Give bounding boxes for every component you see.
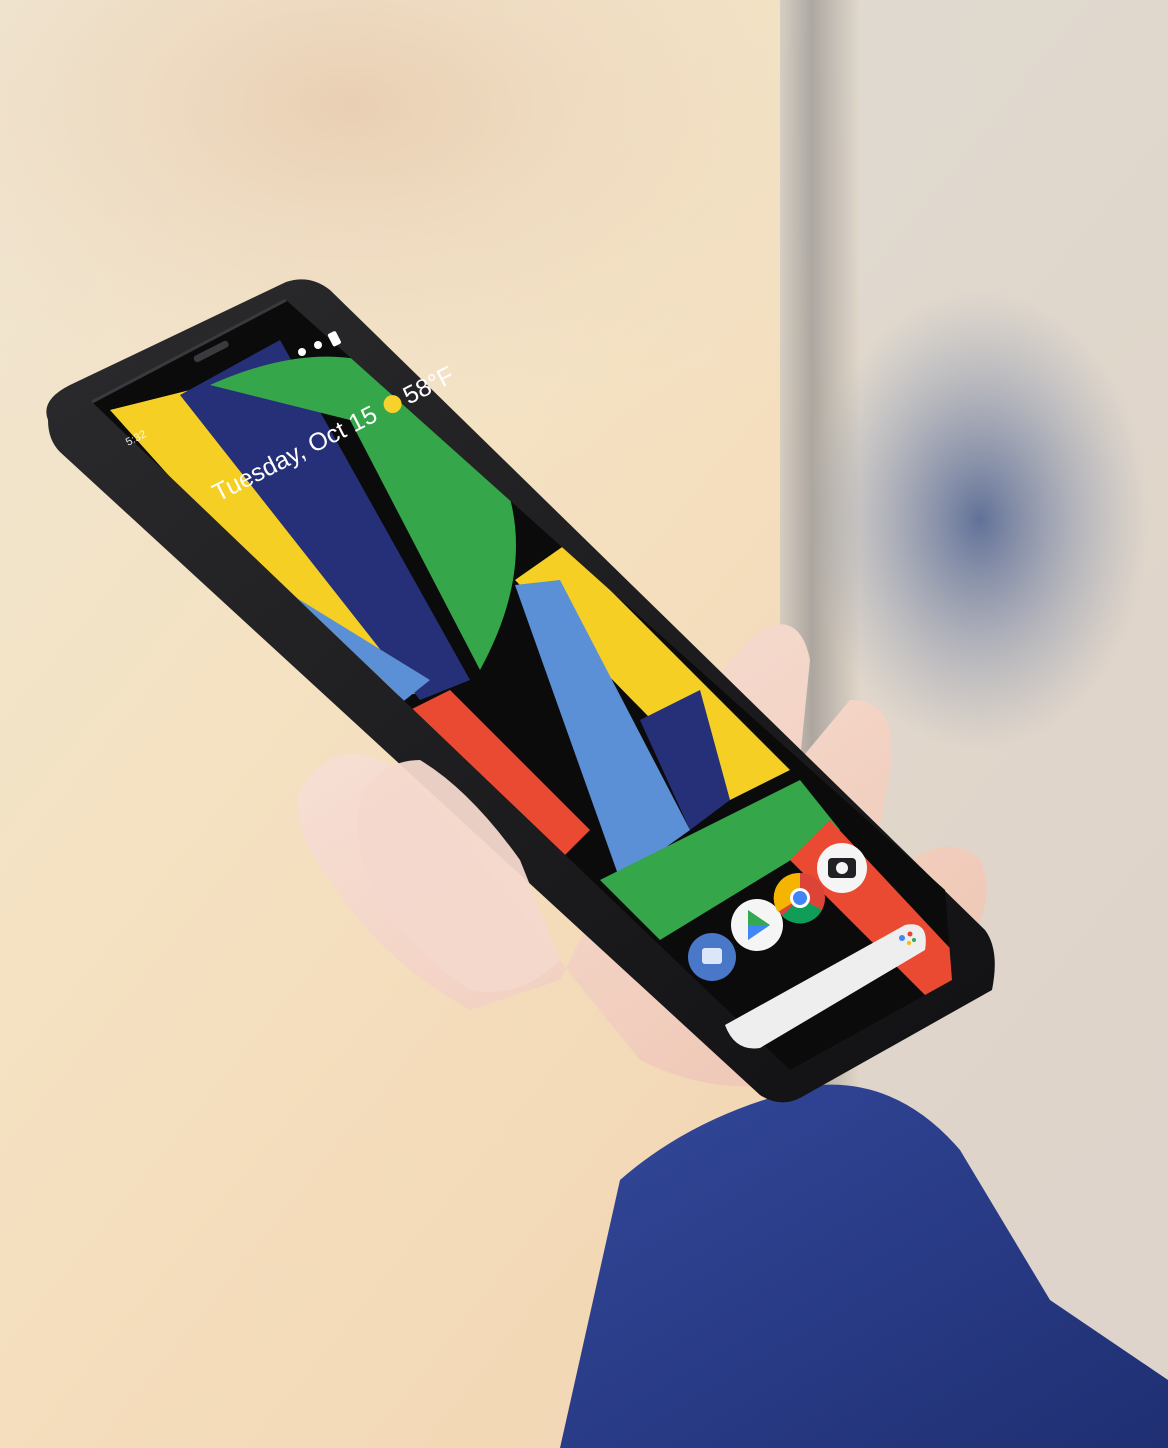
chrome-icon-center <box>793 891 807 905</box>
photo-scene: 5:32 Tuesday, Oct 15 58°F <box>0 0 1168 1448</box>
messages-icon-bubble <box>702 948 722 964</box>
messages-app[interactable] <box>688 933 736 981</box>
wifi-icon <box>314 341 322 349</box>
assistant-dot-red <box>907 931 913 937</box>
camera-icon-lens <box>836 862 848 874</box>
assistant-dot-green <box>912 938 916 942</box>
signal-icon <box>298 348 306 356</box>
camera-app[interactable] <box>817 843 867 893</box>
assistant-dot-blue <box>899 935 905 941</box>
play-store-app[interactable] <box>731 899 783 951</box>
background-blue-blur <box>810 290 1150 750</box>
assistant-dot-yellow <box>907 941 911 945</box>
